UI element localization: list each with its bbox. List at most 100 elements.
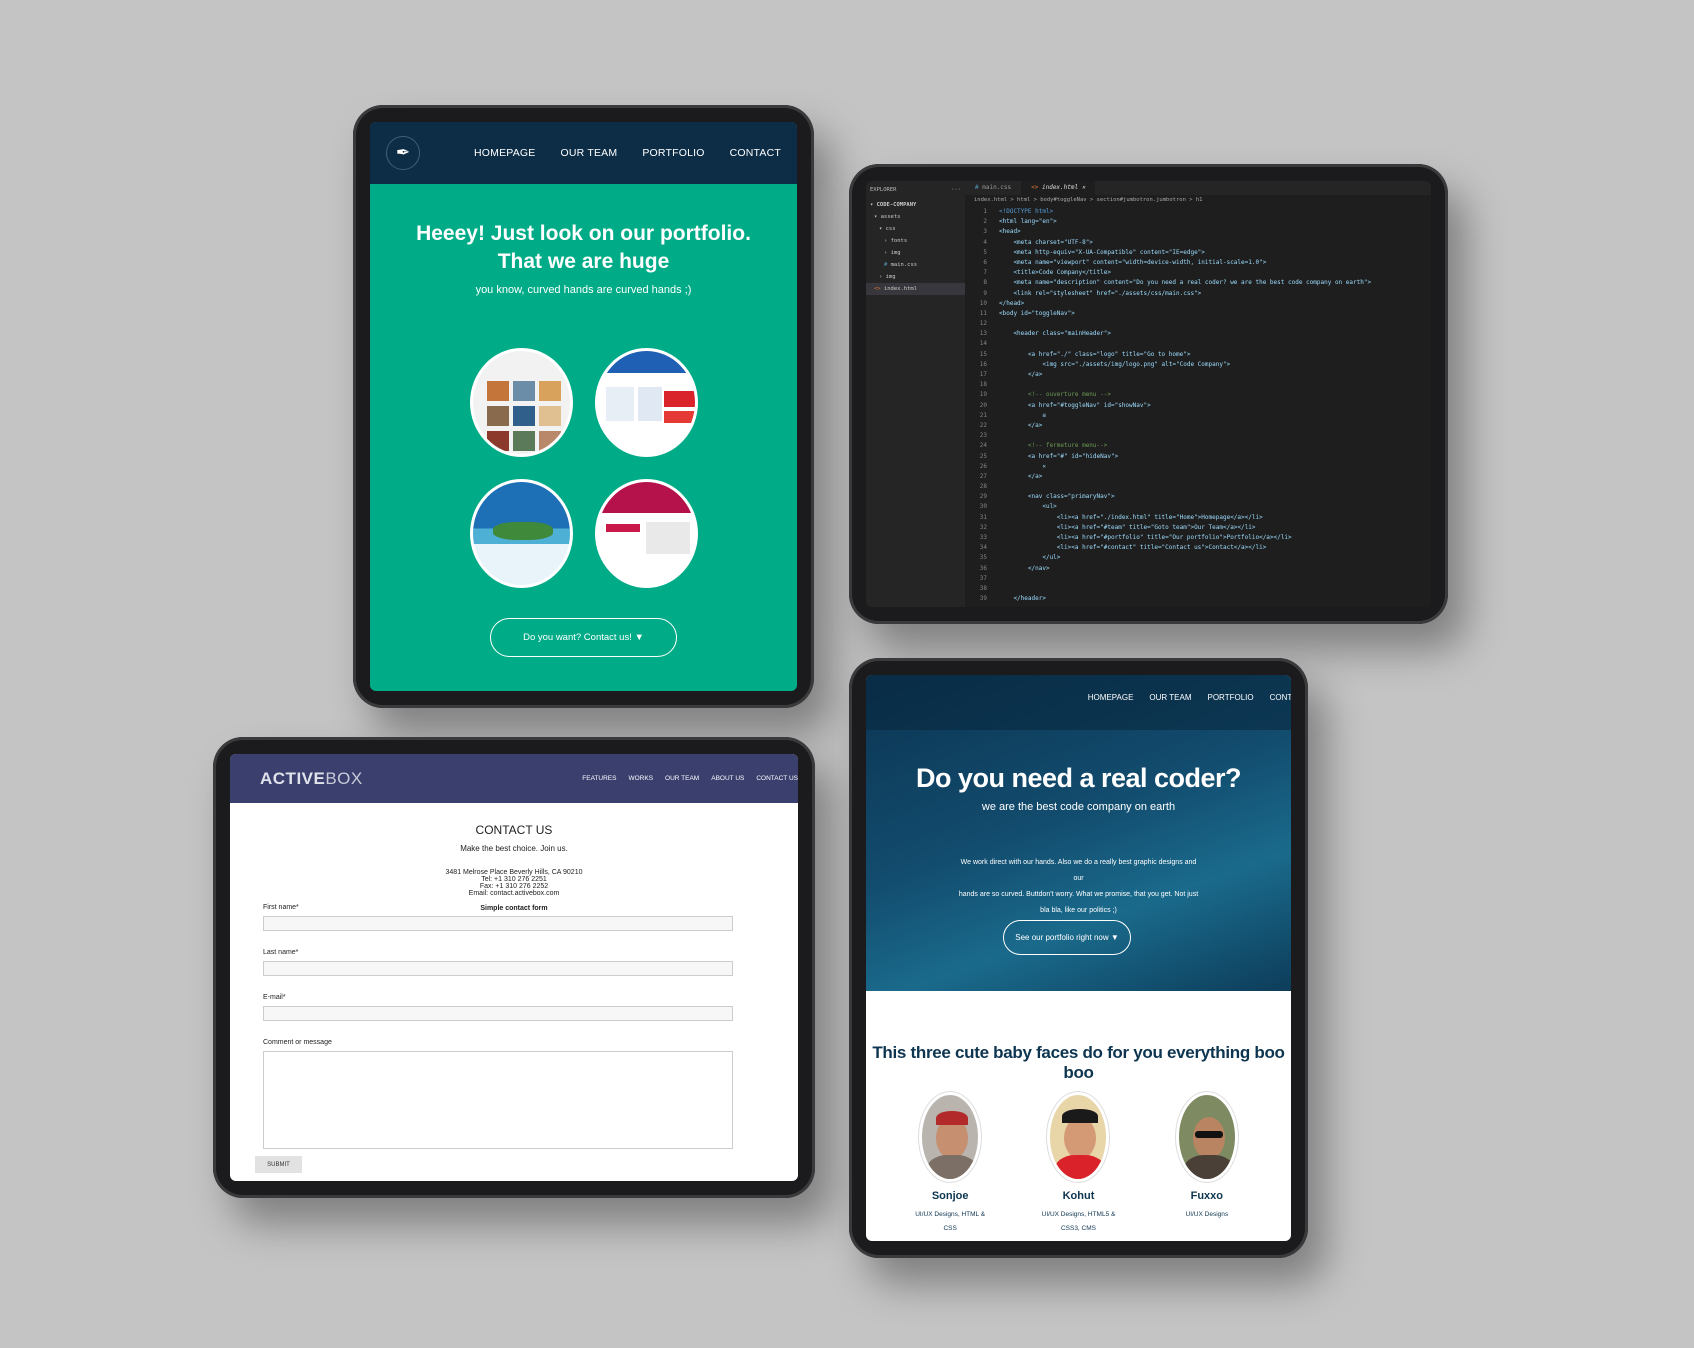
line-text: ≡ (999, 411, 1046, 419)
portfolio-thumb[interactable] (594, 348, 698, 457)
code-line[interactable]: 1 <!DOCTYPE html> (965, 207, 1431, 217)
line-number: 39 (979, 595, 987, 603)
tree-item[interactable]: › fonts (866, 235, 965, 247)
breadcrumb[interactable]: index.html > html > body#toggleNav > sec… (974, 197, 1202, 203)
line-number: 7 (983, 269, 987, 277)
tab-index-html[interactable]: <> index.html ✕ (1021, 181, 1096, 195)
nav-contact[interactable]: CONTACT (730, 147, 781, 159)
code-line[interactable]: 21 ≡ (965, 411, 1431, 421)
nav-portfolio[interactable]: PORTFOLIO (642, 147, 704, 159)
line-text: </a> (999, 472, 1043, 480)
feather-logo-icon[interactable]: ✒ (386, 136, 420, 170)
tab-main-css[interactable]: # main.css (965, 181, 1021, 195)
see-portfolio-button[interactable]: See our portfolio right now ▼ (1003, 920, 1131, 955)
code-line[interactable]: 8 <meta name="description" content="Do y… (965, 278, 1431, 288)
portfolio-thumb[interactable] (594, 479, 698, 588)
code-line[interactable]: 36 </nav> (965, 564, 1431, 574)
tree-item[interactable]: › img (866, 247, 965, 259)
code-line[interactable]: 38 (965, 584, 1431, 594)
contact-title: CONTACT US (475, 823, 553, 837)
code-line[interactable]: 6 <meta name="viewport" content="width=d… (965, 258, 1431, 268)
comment-textarea[interactable] (263, 1051, 733, 1149)
nav-contact-us[interactable]: CONTACT US (756, 775, 798, 782)
code-line[interactable]: 30 <ul> (965, 502, 1431, 512)
code-line[interactable]: 16 <img src="./assets/img/logo.png" alt=… (965, 360, 1431, 370)
code-line[interactable]: 32 <li><a href="#team" title="Goto team"… (965, 523, 1431, 533)
code-line[interactable]: 15 <a href="./" class="logo" title="Go t… (965, 350, 1431, 360)
code-line[interactable]: 22 </a> (965, 421, 1431, 431)
code-line[interactable]: 23 (965, 431, 1431, 441)
code-line[interactable]: 3 <head> (965, 227, 1431, 237)
comment-label: Comment or message (263, 1039, 332, 1046)
code-line[interactable]: 26 ✕ (965, 462, 1431, 472)
more-icon[interactable]: ··· (951, 187, 961, 193)
code-line[interactable]: 39 </header> (965, 594, 1431, 604)
email-input[interactable] (263, 1006, 733, 1021)
nav-homepage[interactable]: HOMEPAGE (1088, 693, 1134, 702)
avatar[interactable] (1047, 1092, 1110, 1182)
portfolio-thumb[interactable] (469, 348, 573, 457)
code-area[interactable]: 1 <!DOCTYPE html> 2 <html lang="en"> 3 <head>… (965, 207, 1431, 604)
portfolio-thumb[interactable] (469, 479, 573, 588)
coder-paragraph: We work direct with our hands. Also we d… (958, 859, 1199, 914)
line-number: 31 (979, 513, 987, 521)
code-line[interactable]: 17 </a> (965, 370, 1431, 380)
nav-homepage[interactable]: HOMEPAGE (474, 147, 536, 159)
code-line[interactable]: 11 <body id="toggleNav"> (965, 309, 1431, 319)
line-number: 15 (979, 350, 987, 358)
tree-item[interactable]: <> index.html (866, 283, 965, 295)
portfolio-screen: ✒ HOMEPAGE OUR TEAM PORTFOLIO CONTACT He… (370, 122, 797, 691)
submit-button[interactable]: SUBMIT (255, 1156, 302, 1173)
avatar[interactable] (919, 1092, 982, 1182)
activebox-logo[interactable]: ACTIVEBOX (260, 769, 363, 789)
nav-portfolio[interactable]: PORTFOLIO (1208, 693, 1254, 702)
code-line[interactable]: 5 <meta http-equiv="X-UA-Compatible" con… (965, 248, 1431, 258)
tree-item[interactable]: # main.css (866, 259, 965, 271)
code-line[interactable]: 29 <nav class="primaryNav"> (965, 492, 1431, 502)
explorer-sidebar: EXPLORER ··· ▾ CODE-COMPANY ▾ assets ▾ cs… (866, 181, 965, 607)
last-name-input[interactable] (263, 961, 733, 976)
code-line[interactable]: 14 (965, 339, 1431, 349)
code-line[interactable]: 37 (965, 574, 1431, 584)
code-line[interactable]: 7 <title>Code Company</title> (965, 268, 1431, 278)
line-number: 14 (979, 340, 987, 348)
portfolio-title: Heeey! Just look on our portfolio. That … (416, 222, 751, 273)
code-line[interactable]: 27 </a> (965, 472, 1431, 482)
nav-contact[interactable]: CONTA (1270, 693, 1291, 702)
nav-about-us[interactable]: ABOUT US (711, 775, 744, 782)
nav-our-team[interactable]: OUR TEAM (561, 147, 618, 159)
code-line[interactable]: 18 (965, 380, 1431, 390)
tree-item[interactable]: ▾ assets (866, 211, 965, 223)
code-line[interactable]: 4 <meta charset="UTF-8"> (965, 238, 1431, 248)
line-number: 34 (979, 544, 987, 552)
code-line[interactable]: 28 (965, 482, 1431, 492)
line-number: 9 (983, 289, 987, 297)
code-line[interactable]: 19 <!-- ouverture menu --> (965, 390, 1431, 400)
code-line[interactable]: 9 <link rel="stylesheet" href="./assets/… (965, 289, 1431, 299)
tree-item[interactable]: ▾ CODE-COMPANY (866, 199, 965, 211)
code-line[interactable]: 20 <a href="#toggleNav" id="showNav"> (965, 401, 1431, 411)
code-line[interactable]: 10 </head> (965, 299, 1431, 309)
nav-features[interactable]: FEATURES (582, 775, 616, 782)
code-line[interactable]: 12 (965, 319, 1431, 329)
line-text: </ul> (999, 554, 1061, 562)
line-number: 16 (979, 360, 987, 368)
code-line[interactable]: 25 <a href="#" id="hideNav"> (965, 452, 1431, 462)
code-line[interactable]: 34 <li><a href="#contact" title="Contact… (965, 543, 1431, 553)
code-line[interactable]: 24 <!-- fermeture menu--> (965, 441, 1431, 451)
tree-item[interactable]: › img (866, 271, 965, 283)
nav-our-team[interactable]: OUR TEAM (1149, 693, 1191, 702)
code-line[interactable]: 33 <li><a href="#portfolio" title="Our p… (965, 533, 1431, 543)
contact-us-button[interactable]: Do you want? Contact us! ▼ (490, 618, 677, 657)
first-name-input[interactable] (263, 916, 733, 931)
code-line[interactable]: 35 </ul> (965, 553, 1431, 563)
code-line[interactable]: 2 <html lang="en"> (965, 217, 1431, 227)
code-line[interactable]: 31 <li><a href="./index.html" title="Hom… (965, 513, 1431, 523)
tree-item[interactable]: ▾ css (866, 223, 965, 235)
code-line[interactable]: 13 <header class="mainHeader"> (965, 329, 1431, 339)
coder-navbar (866, 675, 1291, 730)
nav-works[interactable]: WORKS (628, 775, 653, 782)
nav-our-team[interactable]: OUR TEAM (665, 775, 699, 782)
close-icon[interactable]: ✕ (1082, 184, 1086, 191)
avatar[interactable] (1175, 1092, 1238, 1182)
